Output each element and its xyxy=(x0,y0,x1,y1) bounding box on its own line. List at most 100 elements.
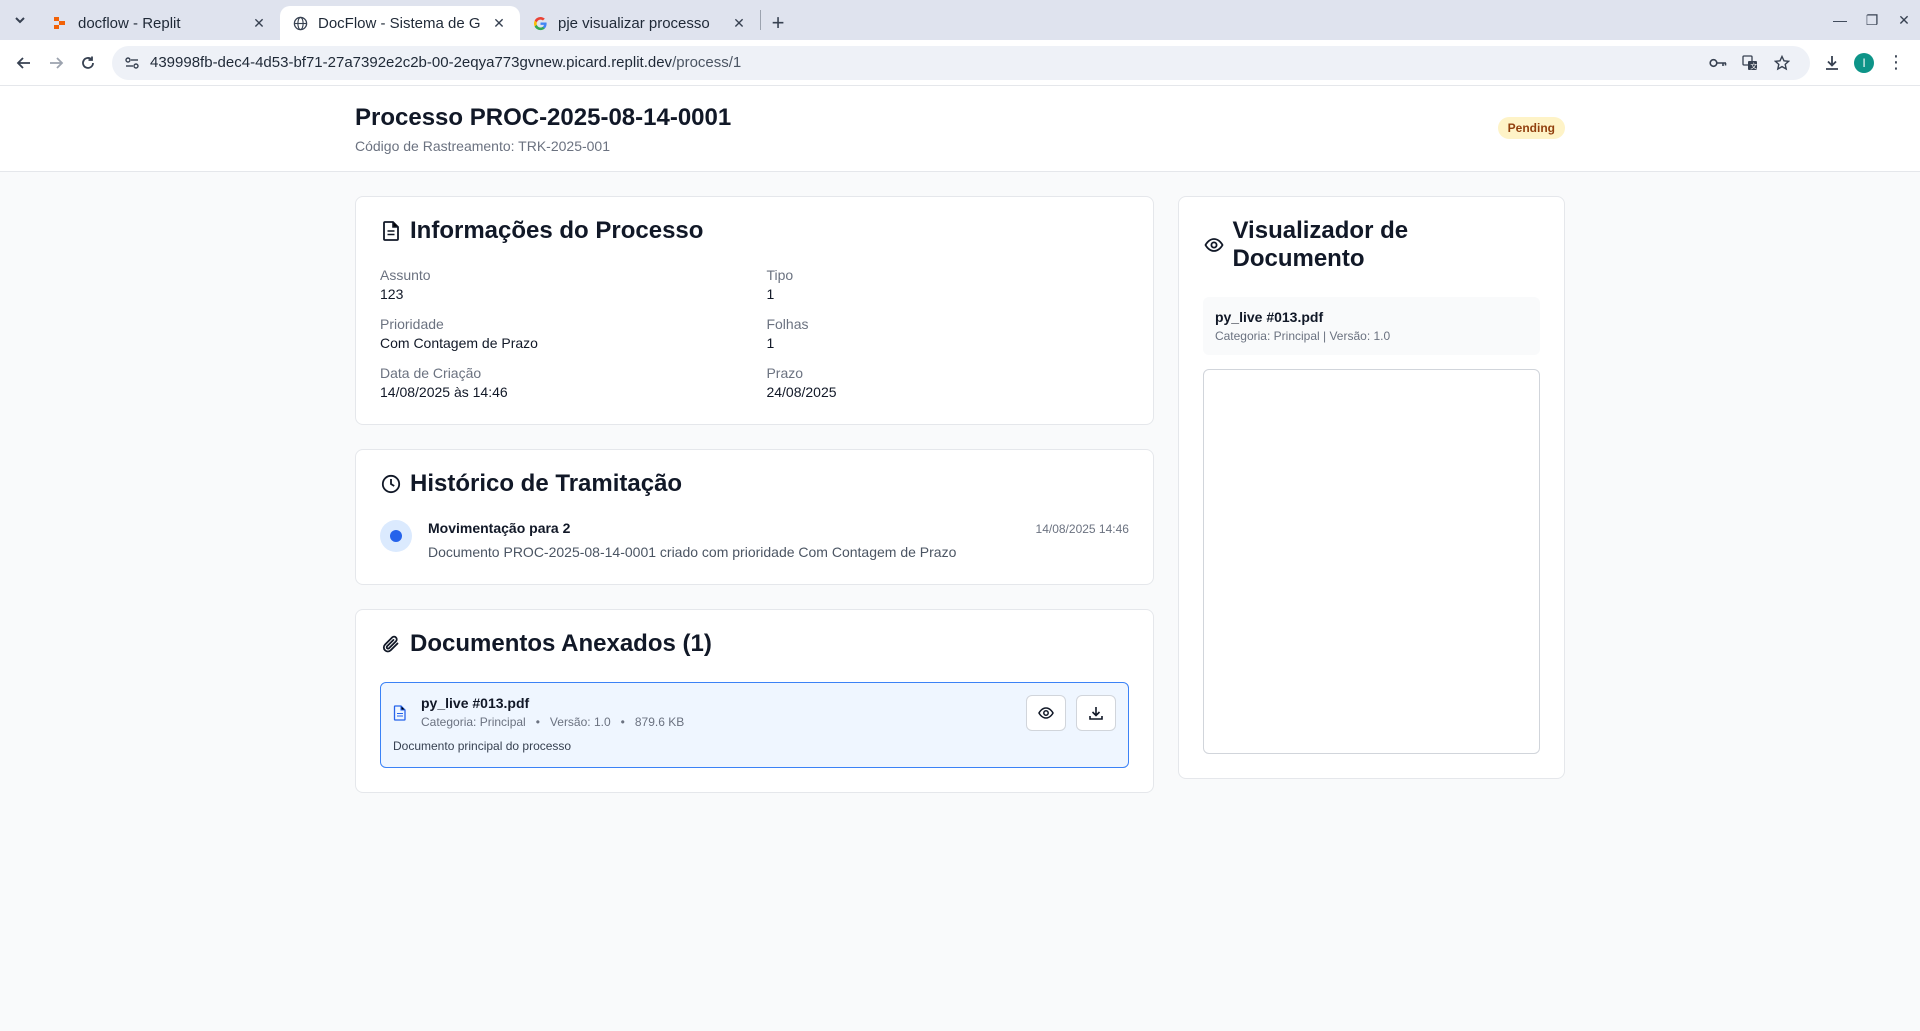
downloads-button[interactable] xyxy=(1816,47,1848,79)
attachments-card: Documentos Anexados (1) py_live #013.pdf… xyxy=(355,609,1154,793)
attachment-meta: Categoria: Principal • Versão: 1.0 • 879… xyxy=(421,715,684,729)
browser-menu-button[interactable]: ⋮ xyxy=(1880,47,1912,79)
meta-separator: • xyxy=(620,715,625,729)
tab-docflow-replit[interactable]: docflow - Replit ✕ xyxy=(40,6,280,40)
bookmark-star-icon[interactable] xyxy=(1766,49,1798,77)
document-preview-frame[interactable] xyxy=(1202,369,1540,754)
info-grid: Assunto 123 Tipo 1 Prioridade Com Contag… xyxy=(380,267,1129,400)
address-bar[interactable]: 439998fb-dec4-4d53-bf71-27a7392e2c2b-00-… xyxy=(112,45,1810,80)
minimize-button[interactable]: — xyxy=(1824,0,1856,40)
field-label: Folhas xyxy=(766,316,809,332)
window-controls: — ❐ ✕ xyxy=(1824,0,1920,40)
attachment-name: py_live #013.pdf xyxy=(421,695,530,711)
replit-icon xyxy=(52,15,68,31)
forward-button[interactable] xyxy=(40,47,72,79)
timeline-description: Documento PROC-2025-08-14-0001 criado co… xyxy=(428,544,957,560)
attachment-description: Documento principal do processo xyxy=(393,739,572,753)
site-info-icon[interactable] xyxy=(124,55,140,71)
field-label: Prioridade xyxy=(380,316,444,332)
meta-separator: • xyxy=(535,715,540,729)
timeline-timestamp: 14/08/2025 14:46 xyxy=(1035,522,1129,536)
eye-icon xyxy=(1203,234,1225,256)
close-icon[interactable]: ✕ xyxy=(250,14,268,32)
view-document-button[interactable] xyxy=(1025,695,1066,731)
tab-search-button[interactable] xyxy=(0,0,40,40)
attachment-category: Categoria: Principal xyxy=(421,715,526,729)
field-value: 123 xyxy=(380,286,404,302)
download-icon xyxy=(1089,707,1103,720)
left-column: Informações do Processo Assunto 123 Tipo… xyxy=(355,196,1154,793)
tab-pje-search[interactable]: pje visualizar processo ✕ xyxy=(520,6,760,40)
attachment-size: 879.6 KB xyxy=(634,715,685,729)
right-column: Visualizador de Documento py_live #013.p… xyxy=(1177,196,1565,793)
process-info-card: Informações do Processo Assunto 123 Tipo… xyxy=(355,196,1154,425)
tab-title: pje visualizar processo xyxy=(558,14,710,32)
password-key-icon[interactable] xyxy=(1702,49,1734,77)
url-text: 439998fb-dec4-4d53-bf71-27a7392e2c2b-00-… xyxy=(150,54,1702,71)
field-assunto: Assunto 123 xyxy=(380,267,742,302)
tab-strip: docflow - Replit ✕ DocFlow - Sistema de … xyxy=(0,0,1920,40)
plus-icon: + xyxy=(771,10,785,35)
status-badge: Pending xyxy=(1497,117,1565,139)
file-text-icon xyxy=(380,220,402,242)
reload-icon xyxy=(82,56,94,69)
clock-icon xyxy=(380,473,402,495)
timeline-dot xyxy=(380,520,412,552)
translate-icon[interactable]: 文 xyxy=(1734,49,1766,77)
file-icon xyxy=(393,705,409,721)
close-icon[interactable]: ✕ xyxy=(730,14,748,32)
field-label: Tipo xyxy=(766,267,794,283)
field-value: 1 xyxy=(766,335,775,351)
field-value: Com Contagem de Prazo xyxy=(380,335,538,351)
url-host: 439998fb-dec4-4d53-bf71-27a7392e2c2b-00-… xyxy=(150,54,673,71)
field-label: Assunto xyxy=(380,267,431,283)
profile-button[interactable]: I xyxy=(1848,47,1880,79)
new-tab-button[interactable]: + xyxy=(761,6,795,40)
field-value: 14/08/2025 às 14:46 xyxy=(380,384,508,400)
restore-button[interactable]: ❐ xyxy=(1856,0,1888,40)
attachments-title: Documentos Anexados (1) xyxy=(410,630,712,657)
field-tipo: Tipo 1 xyxy=(766,267,1128,302)
tab-title: DocFlow - Sistema de G xyxy=(318,14,481,32)
globe-icon xyxy=(292,15,308,31)
timeline-item: Movimentação para 2 Documento PROC-2025-… xyxy=(380,520,1129,560)
svg-text:文: 文 xyxy=(1750,61,1757,70)
timeline-title: Movimentação para 2 xyxy=(428,520,571,536)
document-viewer-card: Visualizador de Documento py_live #013.p… xyxy=(1177,196,1565,779)
page-header: Processo PROC-2025-08-14-0001 Código de … xyxy=(0,86,1920,172)
google-icon xyxy=(532,15,548,31)
viewer-file-meta: Categoria: Principal | Versão: 1.0 xyxy=(1214,329,1391,343)
browser-toolbar: 439998fb-dec4-4d53-bf71-27a7392e2c2b-00-… xyxy=(0,40,1920,86)
attachment-item[interactable]: py_live #013.pdf Categoria: Principal • … xyxy=(380,682,1129,768)
attachment-actions xyxy=(1025,695,1116,731)
kebab-menu-icon: ⋮ xyxy=(1887,52,1905,72)
viewer-file-name: py_live #013.pdf xyxy=(1214,309,1324,325)
history-title: Histórico de Tramitação xyxy=(410,470,683,497)
arrow-right-icon xyxy=(50,56,64,69)
eye-icon xyxy=(1038,707,1054,719)
tab-docflow-sistema[interactable]: DocFlow - Sistema de G ✕ xyxy=(280,6,520,40)
window-close-button[interactable]: ✕ xyxy=(1888,0,1920,40)
process-info-title: Informações do Processo xyxy=(410,217,704,244)
tab-title: docflow - Replit xyxy=(78,14,181,32)
tracking-code: Código de Rastreamento: TRK-2025-001 xyxy=(355,138,611,154)
url-path: /process/1 xyxy=(672,54,742,71)
field-data-criacao: Data de Criação 14/08/2025 às 14:46 xyxy=(380,365,742,400)
history-card: Histórico de Tramitação Movimentação par… xyxy=(355,449,1154,585)
main-content: Informações do Processo Assunto 123 Tipo… xyxy=(355,196,1565,793)
page-title: Processo PROC-2025-08-14-0001 xyxy=(355,104,732,131)
reload-button[interactable] xyxy=(72,47,104,79)
back-button[interactable] xyxy=(8,47,40,79)
paperclip-icon xyxy=(380,633,402,655)
download-document-button[interactable] xyxy=(1075,695,1116,731)
chevron-down-icon xyxy=(15,17,25,24)
field-folhas: Folhas 1 xyxy=(766,316,1128,351)
field-label: Data de Criação xyxy=(380,365,482,381)
field-prazo: Prazo 24/08/2025 xyxy=(766,365,1128,400)
arrow-left-icon xyxy=(16,56,30,69)
download-icon xyxy=(1826,55,1838,70)
field-prioridade: Prioridade Com Contagem de Prazo xyxy=(380,316,742,351)
field-label: Prazo xyxy=(766,365,804,381)
viewer-title: Visualizador de Documento xyxy=(1232,217,1409,272)
close-icon[interactable]: ✕ xyxy=(490,14,508,32)
